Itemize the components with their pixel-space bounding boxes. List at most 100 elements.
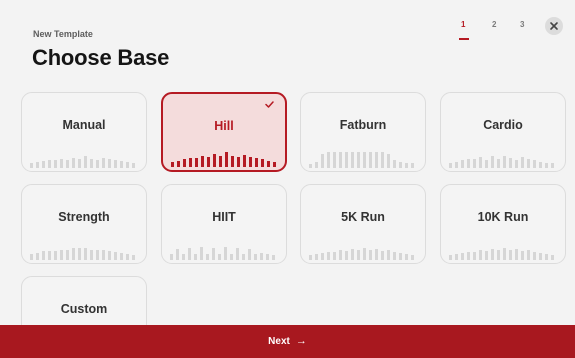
profile-bar xyxy=(201,156,204,167)
profile-bar xyxy=(357,152,360,168)
profile-bar xyxy=(551,163,554,168)
profile-bar xyxy=(60,159,63,168)
profile-bar xyxy=(533,252,536,260)
profile-bar xyxy=(491,249,494,260)
profile-bar xyxy=(527,159,530,168)
profile-bar xyxy=(309,164,312,168)
template-card-cardio[interactable]: Cardio xyxy=(440,92,566,172)
profile-bars xyxy=(449,234,557,260)
profile-bar xyxy=(309,255,312,260)
template-card-5k-run[interactable]: 5K Run xyxy=(300,184,426,264)
profile-bar xyxy=(30,163,33,168)
profile-bar xyxy=(48,251,51,260)
profile-bar xyxy=(333,152,336,168)
profile-bar xyxy=(272,255,275,260)
profile-bar xyxy=(170,254,173,260)
profile-bar xyxy=(36,253,39,260)
profile-bar xyxy=(219,156,222,167)
profile-bar xyxy=(321,253,324,260)
profile-bar xyxy=(120,161,123,168)
profile-bar xyxy=(218,254,221,260)
profile-bar xyxy=(339,250,342,260)
profile-bar xyxy=(243,155,246,167)
next-button[interactable]: Next → xyxy=(0,335,575,347)
profile-bar xyxy=(399,162,402,168)
template-label: Hill xyxy=(214,119,234,133)
profile-bar xyxy=(455,254,458,260)
profile-bar xyxy=(195,158,198,167)
profile-bar xyxy=(78,159,81,168)
profile-bar xyxy=(503,156,506,168)
profile-bar xyxy=(84,248,87,260)
profile-bar xyxy=(527,250,530,260)
profile-bar xyxy=(260,253,263,260)
profile-bar xyxy=(405,254,408,260)
profile-bar xyxy=(189,158,192,167)
profile-bar xyxy=(321,154,324,168)
profile-bar xyxy=(206,254,209,260)
profile-bar xyxy=(72,158,75,168)
profile-bar xyxy=(545,254,548,260)
profile-bar xyxy=(224,247,227,260)
profile-bar xyxy=(497,159,500,168)
profile-bar xyxy=(236,248,239,260)
profile-bar xyxy=(96,160,99,168)
template-card-strength[interactable]: Strength xyxy=(21,184,147,264)
profile-bar xyxy=(345,152,348,168)
profile-bar xyxy=(108,251,111,260)
profile-bars xyxy=(309,234,417,260)
profile-bar xyxy=(363,248,366,260)
profile-bar xyxy=(249,157,252,167)
profile-bar xyxy=(225,152,228,167)
template-card-hill[interactable]: Hill xyxy=(161,92,287,172)
profile-bar xyxy=(387,250,390,260)
profile-bar xyxy=(132,255,135,260)
profile-bar xyxy=(479,157,482,168)
footer-bar: Next → xyxy=(0,325,575,358)
next-label: Next xyxy=(268,336,290,347)
profile-bar xyxy=(327,252,330,260)
arrow-right-icon: → xyxy=(295,335,307,347)
profile-bar xyxy=(539,162,542,168)
profile-bar xyxy=(467,252,470,260)
profile-bar xyxy=(393,252,396,260)
template-card-hiit[interactable]: HIIT xyxy=(161,184,287,264)
profile-bar xyxy=(369,250,372,260)
profile-bar xyxy=(315,254,318,260)
profile-bar xyxy=(551,255,554,260)
profile-bar xyxy=(267,161,270,167)
profile-bar xyxy=(479,250,482,260)
profile-bars xyxy=(449,142,557,168)
profile-bar xyxy=(411,163,414,168)
profile-bar xyxy=(503,248,506,260)
template-card-manual[interactable]: Manual xyxy=(21,92,147,172)
template-card-fatburn[interactable]: Fatburn xyxy=(300,92,426,172)
profile-bar xyxy=(90,159,93,168)
template-label: Custom xyxy=(60,302,108,316)
profile-bar xyxy=(357,250,360,260)
profile-bar xyxy=(102,250,105,260)
template-card-10k-run[interactable]: 10K Run xyxy=(440,184,566,264)
profile-bar xyxy=(449,163,452,168)
profile-bar xyxy=(375,152,378,168)
profile-bar xyxy=(255,158,258,167)
profile-bar xyxy=(30,254,33,260)
profile-bar xyxy=(242,254,245,260)
profile-bar xyxy=(387,154,390,168)
profile-bar xyxy=(207,157,210,167)
profile-bar xyxy=(237,157,240,167)
profile-bar xyxy=(54,160,57,168)
profile-bar xyxy=(515,160,518,168)
profile-bar xyxy=(461,253,464,260)
profile-bar xyxy=(509,250,512,260)
profile-bar xyxy=(36,162,39,168)
profile-bar xyxy=(176,249,179,260)
profile-bar xyxy=(363,152,366,168)
profile-bar xyxy=(78,248,81,260)
profile-bar xyxy=(182,254,185,260)
profile-bar xyxy=(521,157,524,168)
checkmark-icon xyxy=(265,101,274,108)
template-label: Cardio xyxy=(483,118,523,132)
profile-bar xyxy=(521,251,524,260)
profile-bar xyxy=(84,156,87,168)
